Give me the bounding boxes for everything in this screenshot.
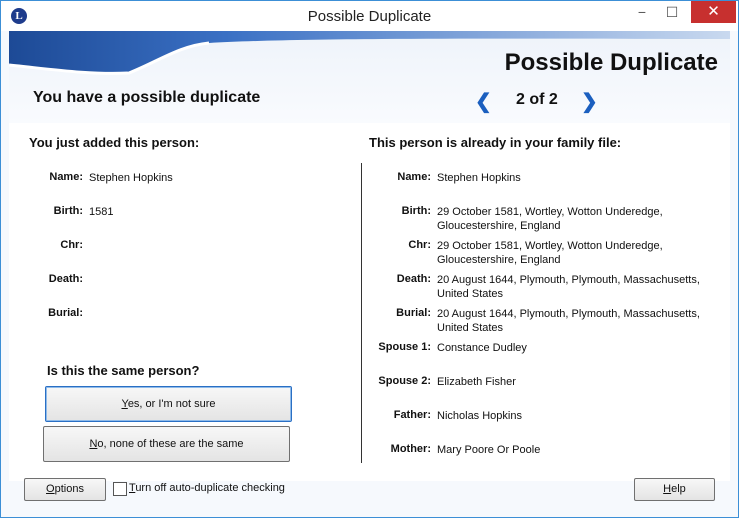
- left-heading: You just added this person:: [29, 135, 200, 150]
- right-chr-label: Chr:: [408, 239, 431, 251]
- no-not-same-button[interactable]: No, none of these are the same: [43, 426, 290, 462]
- options-button[interactable]: Options: [24, 478, 106, 501]
- right-chr-value: 29 October 1581, Wortley, Wotton Undered…: [437, 240, 663, 266]
- right-burial-value: 20 August 1644, Plymouth, Plymouth, Mass…: [437, 308, 700, 334]
- title-bar: L Possible Duplicate − ☐ ✕: [1, 1, 738, 31]
- right-mother-label: Mother:: [390, 443, 431, 455]
- close-button[interactable]: ✕: [691, 1, 736, 23]
- right-spouse2-value: Elizabeth Fisher: [437, 376, 516, 388]
- subtitle: You have a possible duplicate: [33, 89, 261, 106]
- right-spouse1-value: Constance Dudley: [437, 342, 527, 354]
- yes-same-person-button[interactable]: Yes, or I'm not sure: [45, 386, 292, 422]
- right-birth-label: Birth:: [401, 205, 431, 217]
- right-name-label: Name:: [397, 171, 431, 183]
- minimize-button[interactable]: −: [628, 1, 656, 23]
- left-name-value: Stephen Hopkins: [89, 172, 173, 184]
- maximize-button[interactable]: ☐: [658, 1, 686, 23]
- same-person-question: Is this the same person?: [47, 363, 200, 378]
- left-death-label: Death:: [48, 273, 83, 285]
- auto-duplicate-checkbox[interactable]: [113, 482, 127, 496]
- no-label: o, none of these are the same: [97, 438, 244, 450]
- left-name-label: Name:: [49, 171, 83, 183]
- next-arrow-icon[interactable]: ❯: [581, 89, 598, 114]
- help-button[interactable]: Help: [634, 478, 715, 501]
- left-birth-label: Birth:: [53, 205, 83, 217]
- auto-duplicate-checkbox-label[interactable]: Turn off auto-duplicate checking: [129, 482, 285, 494]
- dialog-title: Possible Duplicate: [504, 49, 718, 76]
- right-mother-value: Mary Poore Or Poole: [437, 444, 541, 456]
- yes-label: es, or I'm not sure: [127, 398, 216, 410]
- left-burial-label: Burial:: [48, 307, 83, 319]
- right-burial-label: Burial:: [396, 307, 431, 319]
- right-name-value: Stephen Hopkins: [437, 172, 521, 184]
- possible-duplicate-window: L Possible Duplicate − ☐ ✕ Possible Dupl…: [0, 0, 739, 518]
- right-death-label: Death:: [396, 273, 431, 285]
- left-chr-label: Chr:: [60, 239, 83, 251]
- right-father-value: Nicholas Hopkins: [437, 410, 522, 422]
- right-death-value: 20 August 1644, Plymouth, Plymouth, Mass…: [437, 274, 700, 300]
- duplicate-counter: 2 of 2: [516, 91, 558, 108]
- right-spouse2-label: Spouse 2:: [378, 375, 431, 387]
- banner-swoosh: [9, 31, 730, 75]
- left-birth-value: 1581: [89, 206, 114, 218]
- right-birth-value: 29 October 1581, Wortley, Wotton Undered…: [437, 206, 663, 232]
- right-father-label: Father:: [393, 409, 431, 421]
- right-spouse1-label: Spouse 1:: [378, 341, 431, 353]
- comparison-area: You just added this person: Name: Stephe…: [9, 123, 730, 481]
- previous-arrow-icon[interactable]: ❮: [475, 89, 492, 114]
- header-banner: Possible Duplicate You have a possible d…: [9, 31, 730, 123]
- right-heading: This person is already in your family fi…: [369, 135, 622, 150]
